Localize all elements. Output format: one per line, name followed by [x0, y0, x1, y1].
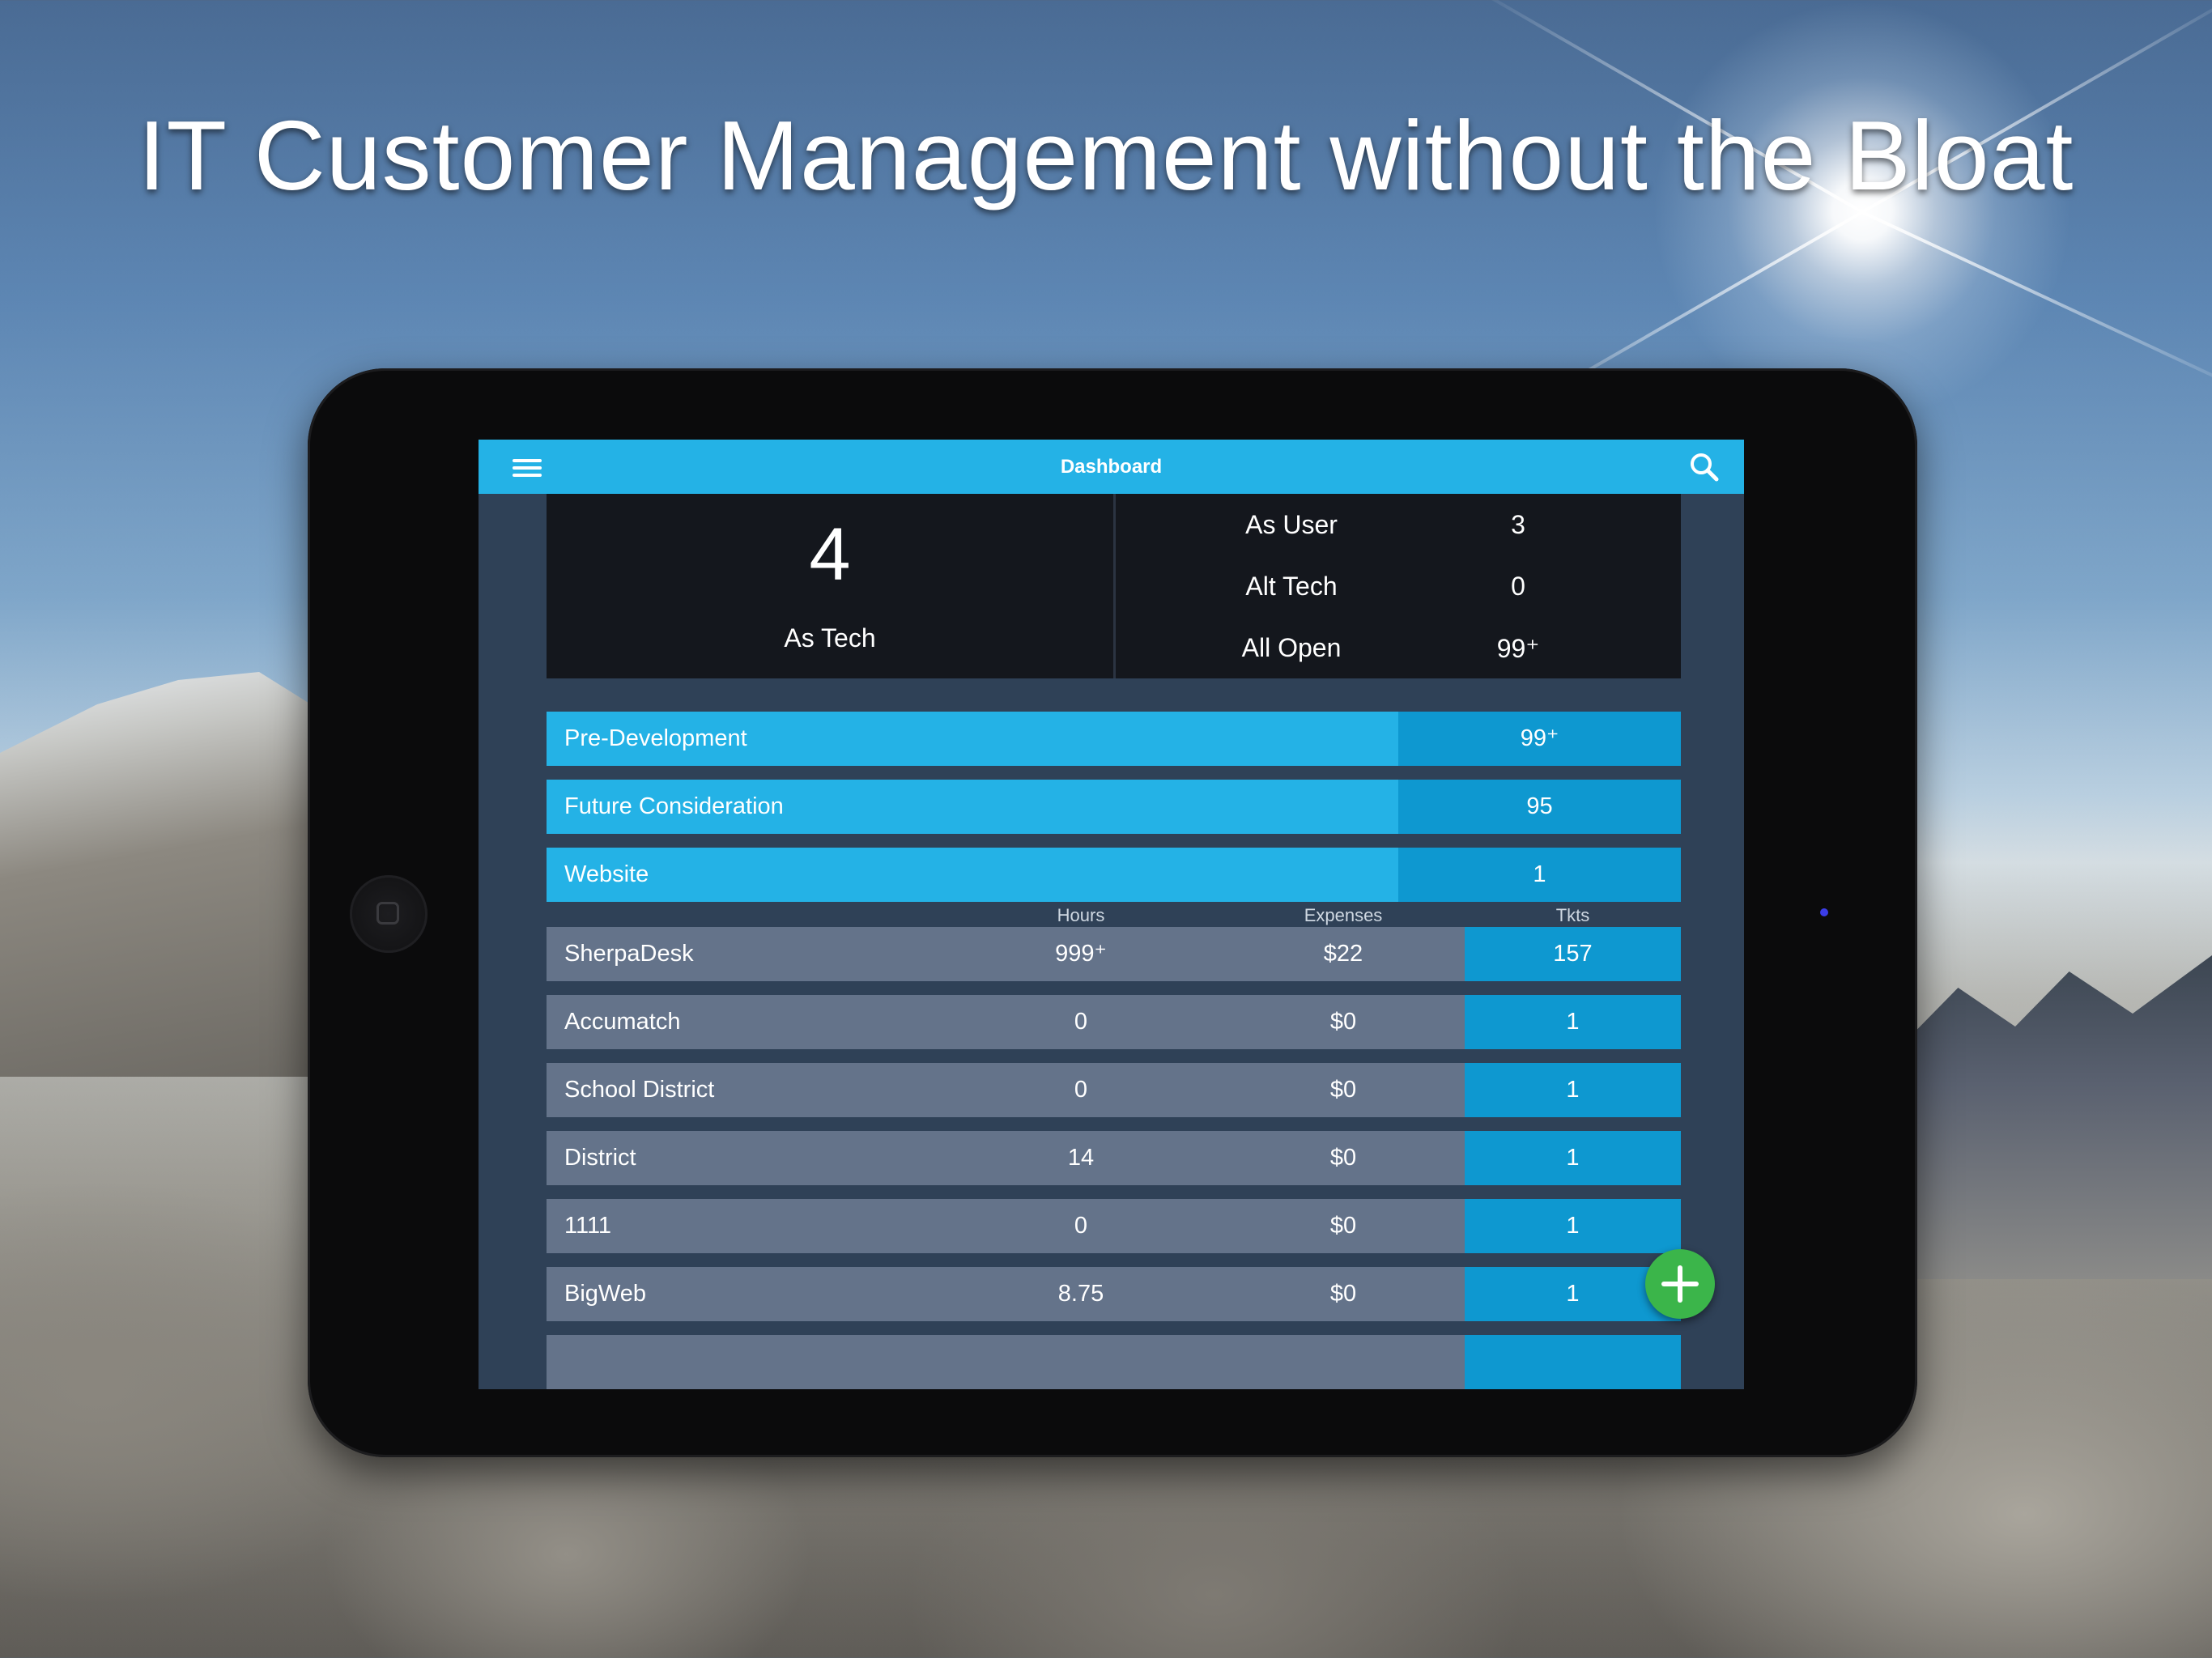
- hours-cell: 0: [1074, 1213, 1088, 1239]
- stat-label: Alt Tech: [1245, 572, 1338, 601]
- hours-cell: 999⁺: [1055, 941, 1107, 967]
- as-tech-count: 4: [809, 513, 851, 596]
- snowy-ridge: [0, 672, 324, 1077]
- search-icon[interactable]: [1688, 451, 1721, 483]
- table-row-partial[interactable]: [547, 1335, 1681, 1389]
- app-screen: Dashboard 4 As Tech As User 3 Alt Tech 0…: [479, 440, 1744, 1389]
- top-app-bar: Dashboard: [479, 440, 1744, 494]
- stat-value: 3: [1511, 510, 1525, 539]
- tickets-cell: 1: [1566, 1009, 1580, 1035]
- stat-value: 0: [1511, 572, 1525, 601]
- column-header-hours: Hours: [1057, 905, 1105, 925]
- stats-divider: [1113, 494, 1116, 678]
- expenses-cell: $22: [1323, 941, 1363, 967]
- account-name: BigWeb: [564, 1281, 647, 1307]
- column-header-tickets: Tkts: [1555, 905, 1590, 925]
- hours-cell: 0: [1074, 1009, 1088, 1035]
- expenses-cell: $0: [1329, 1009, 1357, 1035]
- ticket-stats-panel: 4 As Tech As User 3 Alt Tech 0 All Open …: [547, 494, 1681, 678]
- expenses-cell: $0: [1329, 1145, 1357, 1171]
- as-tech-label: As Tech: [784, 623, 876, 653]
- category-row-website[interactable]: Website 1: [547, 848, 1681, 902]
- column-header-expenses: Expenses: [1304, 905, 1383, 925]
- marketing-headline: IT Customer Management without the Bloat: [138, 100, 2074, 210]
- tickets-cell: 1: [1566, 1213, 1580, 1239]
- category-count: 95: [1526, 793, 1553, 819]
- camera-dot: [1820, 908, 1828, 916]
- category-count: 1: [1533, 861, 1546, 887]
- home-button: [350, 875, 428, 953]
- stat-label: As User: [1245, 510, 1338, 539]
- table-row[interactable]: BigWeb 8.75 $0 1: [547, 1267, 1681, 1321]
- account-name: School District: [564, 1077, 715, 1103]
- category-row-future-consideration[interactable]: Future Consideration 95: [547, 780, 1681, 834]
- tickets-cell: 1: [1566, 1145, 1580, 1171]
- account-name: District: [564, 1145, 636, 1171]
- account-name: SherpaDesk: [564, 941, 694, 967]
- category-count: 99⁺: [1520, 725, 1559, 751]
- table-row[interactable]: School District 0 $0 1: [547, 1063, 1681, 1117]
- stat-label: All Open: [1241, 633, 1342, 662]
- category-name: Pre-Development: [564, 725, 747, 751]
- hours-cell: 14: [1067, 1145, 1095, 1171]
- tickets-cell: 157: [1553, 941, 1593, 967]
- category-row-pre-development[interactable]: Pre-Development 99⁺: [547, 712, 1681, 766]
- table-row[interactable]: 1111 0 $0 1: [547, 1199, 1681, 1253]
- category-name: Future Consideration: [564, 793, 784, 819]
- stat-value: 99⁺: [1496, 634, 1540, 663]
- distant-peaks: [1895, 955, 2212, 1279]
- expenses-cell: $0: [1329, 1281, 1357, 1307]
- table-row[interactable]: District 14 $0 1: [547, 1131, 1681, 1185]
- page-title: Dashboard: [1060, 456, 1163, 478]
- tablet-device: Dashboard 4 As Tech As User 3 Alt Tech 0…: [308, 368, 1917, 1457]
- table-row[interactable]: SherpaDesk 999⁺ $22 157: [547, 927, 1681, 981]
- account-name: Accumatch: [564, 1009, 681, 1035]
- table-row[interactable]: Accumatch 0 $0 1: [547, 995, 1681, 1049]
- hours-cell: 0: [1074, 1077, 1088, 1103]
- add-button[interactable]: [1645, 1249, 1715, 1319]
- expenses-cell: $0: [1329, 1077, 1357, 1103]
- category-name: Website: [564, 861, 649, 887]
- hours-cell: 8.75: [1057, 1281, 1104, 1307]
- expenses-cell: $0: [1329, 1213, 1357, 1239]
- account-name: 1111: [564, 1213, 612, 1239]
- tickets-cell: 1: [1566, 1077, 1580, 1103]
